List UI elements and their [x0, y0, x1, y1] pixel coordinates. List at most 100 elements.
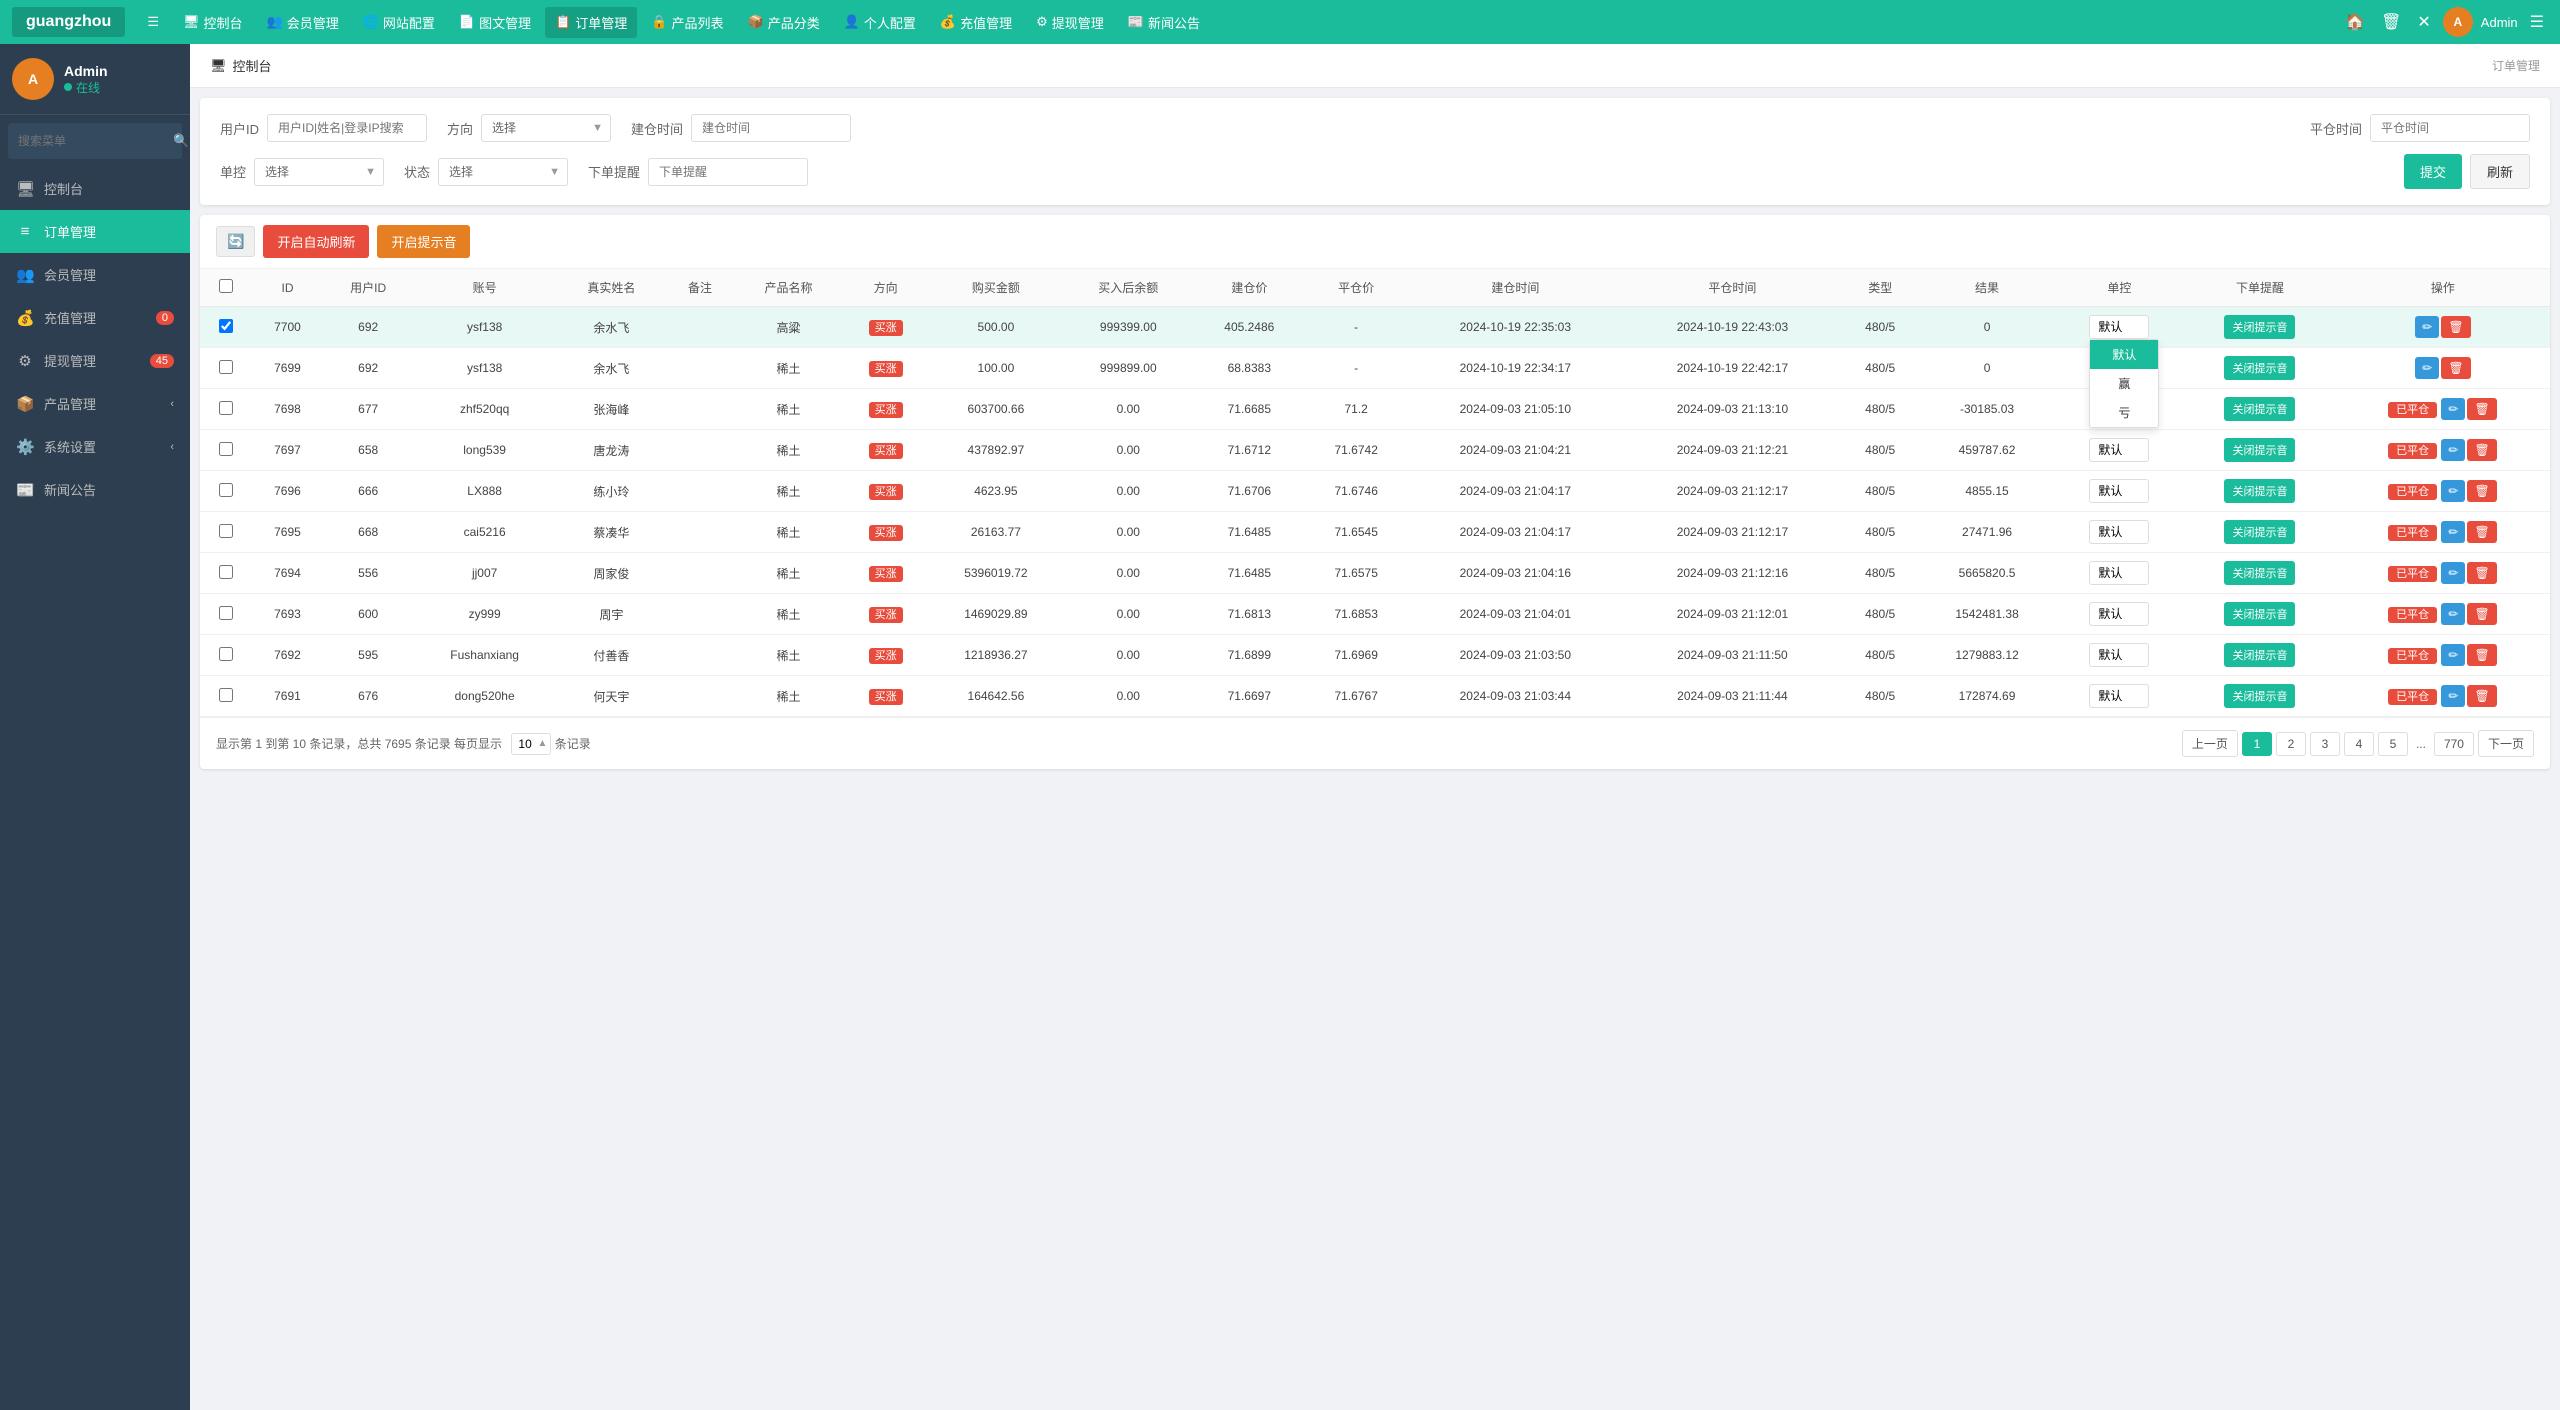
nav-article[interactable]: 📄 图文管理: [449, 7, 541, 38]
nav-settings-icon[interactable]: ☰: [2526, 8, 2548, 36]
edit-button[interactable]: ✏: [2441, 521, 2465, 543]
reminder-button[interactable]: 关闭提示音: [2224, 356, 2295, 380]
delete-button[interactable]: 🗑: [2441, 316, 2470, 338]
sidebar-item-orders[interactable]: ≡ 订单管理: [0, 210, 190, 253]
nav-personal[interactable]: 👤 个人配置: [834, 7, 926, 38]
page-2-button[interactable]: 2: [2276, 732, 2306, 756]
select-all-checkbox[interactable]: [219, 279, 233, 293]
page-770-button[interactable]: 770: [2434, 732, 2474, 756]
delete-button[interactable]: 🗑: [2467, 480, 2496, 502]
submit-button[interactable]: 提交: [2404, 154, 2462, 189]
edit-button[interactable]: ✏: [2415, 357, 2439, 379]
sidebar-item-members[interactable]: 👥 会员管理: [0, 253, 190, 296]
user-id-input[interactable]: [267, 114, 427, 142]
nav-delete-icon[interactable]: 🗑: [2377, 8, 2405, 36]
build-time-input[interactable]: [691, 114, 851, 142]
next-page-button[interactable]: 下一页: [2478, 730, 2534, 757]
edit-button[interactable]: ✏: [2441, 685, 2465, 707]
per-page-select[interactable]: 10 20 50: [511, 733, 551, 755]
status-select[interactable]: 选择 已平仓 持仓中: [438, 158, 568, 186]
single-ctrl-dropdown-wrapper[interactable]: 默认赢亏默认赢亏: [2089, 315, 2149, 339]
single-ctrl-select[interactable]: 默认赢亏: [2089, 438, 2149, 462]
nav-fullscreen-icon[interactable]: ✕: [2413, 8, 2434, 36]
reminder-button[interactable]: 关闭提示音: [2224, 684, 2295, 708]
dropdown-item[interactable]: 亏: [2090, 398, 2158, 427]
nav-dashboard[interactable]: 🖥 控制台: [173, 7, 253, 38]
row-checkbox[interactable]: [219, 401, 233, 415]
delete-button[interactable]: 🗑: [2467, 644, 2496, 666]
row-checkbox[interactable]: [219, 524, 233, 538]
single-ctrl-select[interactable]: 默认赢亏: [2089, 315, 2149, 339]
sidebar-item-recharge[interactable]: 💰 充值管理 0: [0, 296, 190, 339]
table-refresh-button[interactable]: 🔄: [216, 226, 255, 257]
page-4-button[interactable]: 4: [2344, 732, 2374, 756]
reminder-button[interactable]: 关闭提示音: [2224, 438, 2295, 462]
dropdown-item[interactable]: 赢: [2090, 369, 2158, 398]
nav-home-icon[interactable]: 🏠: [2341, 8, 2369, 36]
order-reminder-input[interactable]: [648, 158, 808, 186]
nav-menu-toggle[interactable]: ☰: [137, 8, 169, 36]
single-ctrl-select[interactable]: 默认赢亏: [2089, 479, 2149, 503]
auto-refresh-button[interactable]: 开启自动刷新: [263, 225, 369, 258]
row-checkbox[interactable]: [219, 360, 233, 374]
nav-products[interactable]: 🔒 产品列表: [641, 7, 733, 38]
nav-members[interactable]: 👥 会员管理: [257, 7, 349, 38]
single-ctrl-select[interactable]: 默认赢亏: [2089, 684, 2149, 708]
sidebar-search[interactable]: 🔍: [8, 123, 182, 159]
row-checkbox[interactable]: [219, 688, 233, 702]
direction-select[interactable]: 选择 买涨 买跌: [481, 114, 611, 142]
nav-news[interactable]: 📰 新闻公告: [1118, 7, 1210, 38]
delete-button[interactable]: 🗑: [2467, 562, 2496, 584]
prev-page-button[interactable]: 上一页: [2182, 730, 2238, 757]
close-time-input[interactable]: [2370, 114, 2530, 142]
reminder-button[interactable]: 关闭提示音: [2224, 479, 2295, 503]
edit-button[interactable]: ✏: [2415, 316, 2439, 338]
edit-button[interactable]: ✏: [2441, 398, 2465, 420]
single-ctrl-select[interactable]: 选择 默认 赢 亏: [254, 158, 384, 186]
dropdown-item[interactable]: 默认: [2090, 340, 2158, 369]
sidebar-item-withdraw[interactable]: ⚙ 提现管理 45: [0, 339, 190, 382]
edit-button[interactable]: ✏: [2441, 644, 2465, 666]
nav-site-config[interactable]: 🌐 网站配置: [353, 7, 445, 38]
nav-orders[interactable]: 📋 订单管理: [545, 7, 637, 38]
sidebar-item-news[interactable]: 📰 新闻公告: [0, 468, 190, 511]
reminder-button[interactable]: 关闭提示音: [2224, 520, 2295, 544]
delete-button[interactable]: 🗑: [2467, 439, 2496, 461]
sound-button[interactable]: 开启提示音: [377, 225, 470, 258]
reminder-button[interactable]: 关闭提示音: [2224, 315, 2295, 339]
edit-button[interactable]: ✏: [2441, 439, 2465, 461]
row-checkbox[interactable]: [219, 565, 233, 579]
single-ctrl-select[interactable]: 默认赢亏: [2089, 561, 2149, 585]
refresh-button[interactable]: 刷新: [2470, 154, 2530, 189]
single-ctrl-select[interactable]: 默认赢亏: [2089, 602, 2149, 626]
reminder-button[interactable]: 关闭提示音: [2224, 397, 2295, 421]
nav-recharge[interactable]: 💰 充值管理: [930, 7, 1022, 38]
edit-button[interactable]: ✏: [2441, 480, 2465, 502]
delete-button[interactable]: 🗑: [2467, 603, 2496, 625]
row-checkbox[interactable]: [219, 483, 233, 497]
row-checkbox[interactable]: [219, 442, 233, 456]
nav-categories[interactable]: 📦 产品分类: [738, 7, 830, 38]
delete-button[interactable]: 🗑: [2467, 685, 2496, 707]
page-5-button[interactable]: 5: [2378, 732, 2408, 756]
page-1-button[interactable]: 1: [2242, 732, 2272, 756]
single-ctrl-select[interactable]: 默认赢亏: [2089, 643, 2149, 667]
delete-button[interactable]: 🗑: [2467, 521, 2496, 543]
single-ctrl-select[interactable]: 默认赢亏: [2089, 520, 2149, 544]
edit-button[interactable]: ✏: [2441, 562, 2465, 584]
reminder-button[interactable]: 关闭提示音: [2224, 602, 2295, 626]
nav-withdraw[interactable]: ⚙ 提现管理: [1026, 7, 1114, 38]
sidebar-item-system[interactable]: ⚙️ 系统设置 ‹: [0, 425, 190, 468]
sidebar-item-dashboard[interactable]: 🖥 控制台: [0, 167, 190, 210]
delete-button[interactable]: 🗑: [2467, 398, 2496, 420]
row-checkbox[interactable]: [219, 606, 233, 620]
delete-button[interactable]: 🗑: [2441, 357, 2470, 379]
row-checkbox[interactable]: [219, 647, 233, 661]
row-checkbox[interactable]: [219, 319, 233, 333]
reminder-button[interactable]: 关闭提示音: [2224, 561, 2295, 585]
page-3-button[interactable]: 3: [2310, 732, 2340, 756]
edit-button[interactable]: ✏: [2441, 603, 2465, 625]
sidebar-item-product-mgmt[interactable]: 📦 产品管理 ‹: [0, 382, 190, 425]
search-input[interactable]: [18, 134, 173, 148]
reminder-button[interactable]: 关闭提示音: [2224, 643, 2295, 667]
